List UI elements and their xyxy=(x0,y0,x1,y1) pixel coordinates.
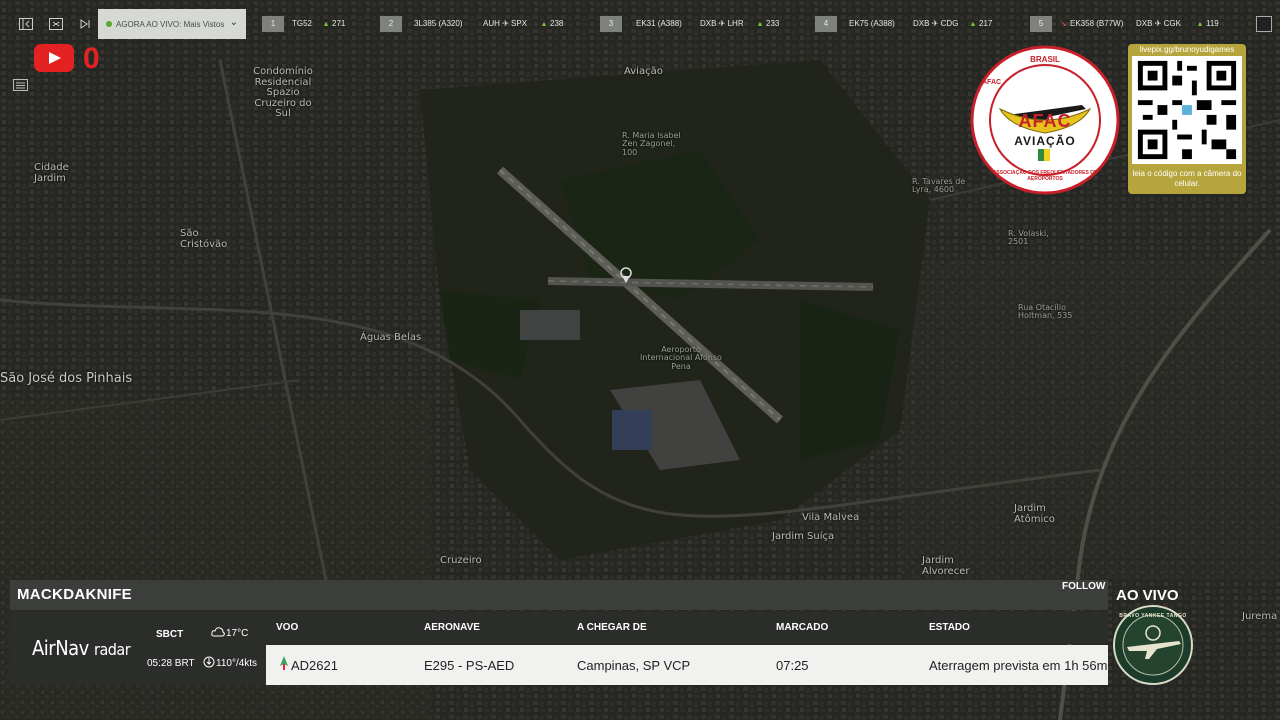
now-live-dropdown[interactable]: AGORA AO VIVO: Mais Vistos ⌄ xyxy=(98,9,246,39)
flight-code: TG52 xyxy=(292,19,313,28)
bravo-yankee-tango-badge: BRAVO YANKEE TANGO xyxy=(1113,605,1193,685)
afac-aviacao: AVIAÇÃO xyxy=(1014,134,1076,148)
afac-brasil: BRASIL xyxy=(1030,55,1060,64)
map-label-street: R. Volaski, 2501 xyxy=(1008,229,1049,247)
airport-code: SBCT xyxy=(156,629,184,640)
skip-next-icon[interactable] xyxy=(75,14,95,34)
local-time: 05:28 BRT xyxy=(147,658,195,669)
map-label-street: R. Maria Isabel Zen Zagonel, 100 xyxy=(622,131,681,157)
flight-viewers: 119 xyxy=(1206,19,1219,28)
viewers-icon: ▴ xyxy=(971,19,976,28)
map-label-street: Rua Otacílio Holtman, 535 xyxy=(1018,303,1073,321)
flight-rank: 1 xyxy=(262,16,284,32)
map-label-jardim-atomico: Jardim Atômico xyxy=(1014,503,1055,525)
list-panel-icon[interactable] xyxy=(13,79,28,92)
map-label-street: R. Tavares de Lyra, 4600 xyxy=(912,177,966,195)
afac-side: AFAC xyxy=(982,79,1002,86)
flight-rank: 4 xyxy=(815,16,837,32)
map-label-aviacao: Aviação xyxy=(624,66,663,77)
chevron-down-icon: ⌄ xyxy=(229,17,238,28)
table-header xyxy=(266,611,1108,644)
flight-route: DXB ✈ LHR xyxy=(700,19,744,28)
viewers-icon: ▴ xyxy=(1198,19,1203,28)
menu-square-button[interactable] xyxy=(1256,16,1272,32)
map-label-aguas-belas: Águas Belas xyxy=(360,332,422,343)
brand-main: AirNav xyxy=(32,636,89,660)
flight-code: EK358 (B77W) xyxy=(1070,19,1124,28)
cell-aeronave: E295 - PS-AED xyxy=(424,658,515,673)
streamer-callsign: MACKDAKNIFE xyxy=(17,586,132,603)
viewers-icon: ▴ xyxy=(758,19,763,28)
airnav-logo: AirNav radar xyxy=(32,636,131,660)
flight-rank: 3 xyxy=(600,16,622,32)
afac-ring-text: ASSOCIAÇÃO DOS FREQUENTADORES DE AEROPOR… xyxy=(992,170,1098,182)
map-label-jardim-alvorecer: Jardim Alvorecer xyxy=(922,555,970,577)
live-label: AO VIVO xyxy=(1116,587,1179,604)
viewers-icon: ▴ xyxy=(542,19,547,28)
collapse-panel-icon[interactable] xyxy=(16,14,36,34)
qr-code-panel[interactable]: livepix.gg/brunoyudigames leia o código … xyxy=(1128,44,1246,194)
expand-icon[interactable] xyxy=(46,14,66,34)
trend-icon: ↘ xyxy=(1060,19,1067,28)
map-label-vila-malvea: Vila Malvea xyxy=(802,512,860,523)
flight-code: 3L385 (A320) xyxy=(414,19,463,28)
col-origem: A CHEGAR DE xyxy=(577,622,647,633)
cell-voo: AD2621 xyxy=(291,658,338,673)
airline-icon xyxy=(279,656,289,670)
follow-button[interactable]: FOLLOW xyxy=(1062,581,1105,592)
col-estado: ESTADO xyxy=(929,622,970,633)
col-aeronave: AERONAVE xyxy=(424,622,480,633)
cell-marcado: 07:25 xyxy=(776,658,809,673)
map-label-sjp: São José dos Pinhais xyxy=(0,371,133,386)
qr-code-icon xyxy=(1132,56,1242,164)
live-dot-icon xyxy=(106,21,112,27)
map-label-condominio: Condomínio Residencial Spazio Cruzeiro d… xyxy=(253,66,313,119)
viewers-icon: ▴ xyxy=(324,19,329,28)
col-voo: VOO xyxy=(276,622,299,633)
afac-logo: BRASIL AFAC AFAC AVIAÇÃO ASSOCIAÇÃO DOS … xyxy=(970,45,1120,195)
brand-sub: radar xyxy=(94,640,131,659)
cell-estado: Aterragem prevista em 1h 56m xyxy=(929,658,1108,673)
badge-text: BRAVO YANKEE TANGO xyxy=(1119,613,1187,619)
map-label-jurema: Jurema xyxy=(1242,611,1278,622)
panel-header xyxy=(10,580,1108,610)
flight-viewers: 233 xyxy=(766,19,780,28)
flight-route: DXB ✈ CGK xyxy=(1136,19,1181,28)
flight-rank: 5 xyxy=(1030,16,1052,32)
qr-caption: leia o código com a câmera do celular. xyxy=(1132,169,1242,188)
flight-route: AUH ✈ SPX xyxy=(483,19,528,28)
map-label-cruzeiro: Cruzeiro xyxy=(440,555,482,566)
qr-url: livepix.gg/brunoyudigames xyxy=(1139,45,1235,54)
cell-origem: Campinas, SP VCP xyxy=(577,658,691,673)
temperature: 17°C xyxy=(226,628,249,639)
now-live-label: AGORA AO VIVO: Mais Vistos xyxy=(116,19,225,29)
map-label-airport: Aeroporto Internacional Afonso Pena xyxy=(640,345,722,371)
wind-speed: 110°/4kts xyxy=(216,658,258,669)
flight-rank: 2 xyxy=(380,16,402,32)
youtube-counter: 0 xyxy=(83,42,100,75)
top-bar: AGORA AO VIVO: Mais Vistos ⌄ 1 TG52 ▴ 27… xyxy=(0,8,1280,40)
flight-code: EK75 (A388) xyxy=(849,19,895,28)
wind-icon xyxy=(203,656,215,671)
map-label-cidade-jardim: Cidade Jardim xyxy=(34,162,69,184)
afac-title: AFAC xyxy=(1018,111,1072,131)
flight-route: DXB ✈ CDG xyxy=(913,19,959,28)
flight-code: EK31 (A388) xyxy=(636,19,682,28)
flight-viewers: 217 xyxy=(979,19,993,28)
map-label-sao-cristovao: São Cristóvão xyxy=(180,228,228,250)
flight-viewers: 238 xyxy=(550,19,564,28)
flight-viewers: 271 xyxy=(332,19,346,28)
col-marcado: MARCADO xyxy=(776,622,829,633)
cloud-icon xyxy=(211,626,225,641)
map-label-jardim-suica: Jardim Suíça xyxy=(772,531,835,542)
youtube-icon xyxy=(34,44,74,72)
